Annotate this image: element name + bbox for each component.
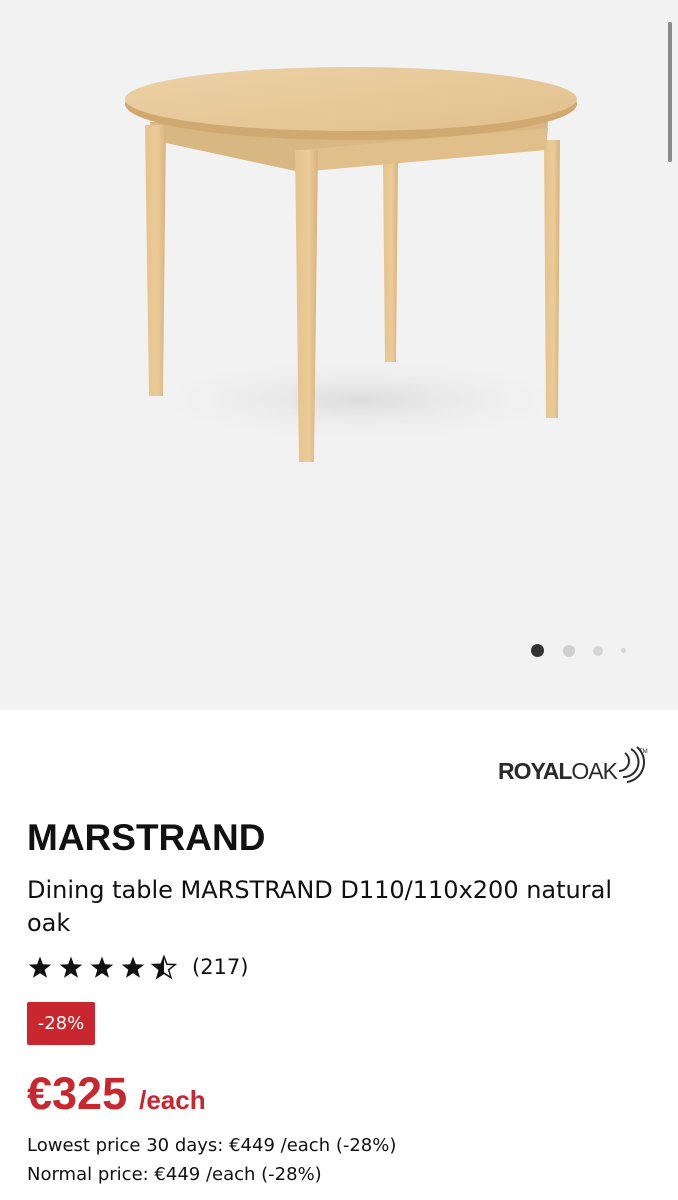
price: €325 /each — [27, 1068, 206, 1120]
product-image-gallery[interactable] — [0, 0, 678, 710]
product-title: MARSTRAND — [27, 817, 266, 858]
brand-arcs-icon: TM — [618, 746, 648, 783]
lowest-price-note: Lowest price 30 days: €449 /each (-28%) — [27, 1135, 397, 1156]
carousel-dot-active[interactable] — [531, 644, 544, 657]
product-description: Dining table MARSTRAND D110/110x200 natu… — [27, 876, 612, 937]
scrollbar[interactable] — [668, 22, 672, 162]
brand-logo-part2: OAK — [571, 758, 618, 784]
price-amount: €325 — [27, 1068, 128, 1119]
product-image — [125, 67, 590, 462]
price-unit: /each — [139, 1085, 206, 1115]
product-rating[interactable]: (217) — [28, 953, 248, 981]
review-count[interactable]: (217) — [192, 955, 248, 979]
brand-logo-part1: ROYAL — [498, 758, 572, 784]
carousel-dot[interactable] — [593, 646, 603, 656]
rating-stars-icon — [28, 955, 176, 979]
carousel-dot[interactable] — [621, 648, 626, 653]
svg-text:TM: TM — [639, 749, 648, 755]
discount-badge: -28% — [27, 1002, 95, 1045]
normal-price-note: Normal price: €449 /each (-28%) — [27, 1164, 322, 1185]
brand-logo[interactable]: ROYAL OAK TM — [498, 739, 649, 785]
carousel-dot[interactable] — [563, 645, 575, 657]
